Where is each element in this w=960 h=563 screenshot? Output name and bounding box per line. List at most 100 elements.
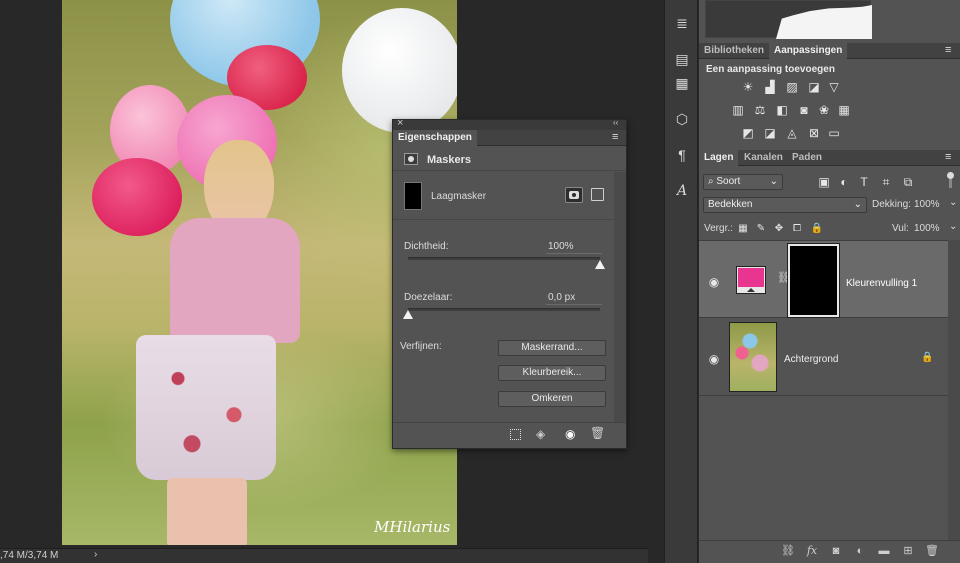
fill-layer-thumbnail[interactable] <box>736 266 766 294</box>
curves-icon[interactable]: ▨ <box>785 80 799 94</box>
lock-brush-icon[interactable]: ✎ <box>754 222 768 236</box>
hue-saturation-icon[interactable]: ▥ <box>731 103 745 117</box>
lock-position-icon[interactable]: ✥ <box>772 222 786 236</box>
layer-mask-thumbnail[interactable] <box>787 243 840 318</box>
visibility-eye-icon[interactable]: ◉ <box>565 427 575 441</box>
filter-toggle[interactable] <box>945 172 955 190</box>
balloon-magenta <box>92 158 182 236</box>
vector-mask-icon[interactable] <box>591 188 604 201</box>
color-lookup-icon[interactable]: ▦ <box>837 103 851 117</box>
fill-value[interactable]: 100% <box>914 223 940 234</box>
density-value-underline <box>546 253 602 254</box>
layer-row-fill[interactable]: ◉ ⛓ Kleurenvulling 1 <box>699 241 948 318</box>
channel-mixer-icon[interactable]: ❀ <box>817 103 831 117</box>
layer-name[interactable]: Kleurenvulling 1 <box>846 278 917 289</box>
properties-scrollbar[interactable] <box>614 172 626 422</box>
mask-thumbnail[interactable] <box>404 182 422 210</box>
color-range-button[interactable]: Kleurbereik... <box>498 365 606 381</box>
lock-label: Vergr.: <box>704 223 733 234</box>
visibility-eye-icon[interactable]: ◉ <box>707 352 721 366</box>
filter-smart-object-icon[interactable]: ⧉ <box>901 175 915 189</box>
adjustments-tabbar: Bibliotheken Aanpassingen ≡ <box>699 43 960 59</box>
layer-mask-row: Laagmasker <box>393 172 613 220</box>
feather-slider-track[interactable] <box>408 308 600 311</box>
link-layers-icon[interactable]: ⛓ <box>781 544 795 558</box>
filter-adjustment-icon[interactable]: ◐ <box>837 175 851 189</box>
black-white-icon[interactable]: ◧ <box>775 103 789 117</box>
chevron-down-icon: ⌄ <box>853 199 862 210</box>
panel-menu-icon[interactable]: ≡ <box>612 131 618 143</box>
layers-menu-icon[interactable]: ≡ <box>945 151 951 163</box>
tab-layers[interactable]: Lagen <box>699 150 739 166</box>
new-layer-icon[interactable]: ⊞ <box>901 544 915 558</box>
tab-adjustments[interactable]: Aanpassingen <box>769 43 848 59</box>
gradient-map-icon[interactable]: ▭ <box>827 126 841 140</box>
notes-icon[interactable]: ▦ <box>673 74 691 92</box>
delete-mask-icon[interactable]: 🗑 <box>590 426 605 440</box>
blend-mode-dropdown[interactable]: Bedekken ⌄ <box>703 197 867 213</box>
tab-channels[interactable]: Kanalen <box>739 150 788 166</box>
invert-adjust-icon[interactable]: ◩ <box>741 126 755 140</box>
adjustments-menu-icon[interactable]: ≡ <box>945 44 951 56</box>
density-slider-track[interactable] <box>408 257 600 260</box>
lock-all-icon[interactable]: 🔒 <box>810 222 824 236</box>
tab-eigenschappen[interactable]: Eigenschappen <box>393 130 477 146</box>
delete-layer-icon[interactable]: 🗑 <box>925 544 939 558</box>
brightness-contrast-icon[interactable]: ☀ <box>741 80 755 94</box>
selective-color-icon[interactable]: ⊠ <box>807 126 821 140</box>
chevron-down-icon[interactable]: ⌄ <box>949 221 957 232</box>
collapse-icon[interactable]: ‹‹ <box>613 118 618 127</box>
layer-mask-label: Laagmasker <box>431 191 487 202</box>
fx-icon[interactable]: fx <box>805 544 819 558</box>
apply-mask-icon[interactable]: ◈ <box>536 427 545 441</box>
watermark: MHilarius <box>374 518 451 536</box>
new-adjustment-icon[interactable]: ◐ <box>853 544 867 558</box>
3d-icon[interactable]: ⬡ <box>673 110 691 128</box>
character-icon[interactable]: A <box>673 182 691 200</box>
feather-slider-thumb[interactable] <box>403 310 413 319</box>
filter-type-icon[interactable]: T <box>857 175 871 189</box>
density-value[interactable]: 100% <box>548 241 574 252</box>
mask-edge-button[interactable]: Maskerrand... <box>498 340 606 356</box>
document-size: ,74 M/3,74 M <box>0 550 59 561</box>
filter-shape-icon[interactable]: ⌗ <box>879 175 893 189</box>
layer-name[interactable]: Achtergrond <box>784 354 838 365</box>
filter-pixel-icon[interactable]: ▣ <box>817 175 831 189</box>
properties-panel: × ‹‹ Eigenschappen ≡ Maskers Laagmasker … <box>392 117 627 449</box>
history-icon[interactable]: ≣ <box>673 14 691 32</box>
feather-value[interactable]: 0,0 px <box>548 292 575 303</box>
lock-icon: 🔒 <box>921 352 934 363</box>
chevron-down-icon[interactable]: ⌄ <box>949 197 957 208</box>
libraries-icon[interactable]: ▤ <box>673 50 691 68</box>
add-mask-icon[interactable]: ◙ <box>829 544 843 558</box>
color-balance-icon[interactable]: ⚖ <box>753 103 767 117</box>
lock-transparent-icon[interactable]: ▦ <box>736 222 750 236</box>
tab-libraries[interactable]: Bibliotheken <box>699 43 769 59</box>
layer-row-background[interactable]: ◉ Achtergrond 🔒 <box>699 319 948 396</box>
vibrance-icon[interactable]: ▽ <box>827 80 841 94</box>
levels-icon[interactable]: ▟ <box>763 80 777 94</box>
pixel-mask-button[interactable] <box>565 187 583 203</box>
photo-filter-icon[interactable]: ◙ <box>797 103 811 117</box>
status-menu-arrow[interactable]: › <box>94 549 97 560</box>
posterize-icon[interactable]: ◪ <box>763 126 777 140</box>
background-thumbnail[interactable] <box>729 322 777 392</box>
tab-paths[interactable]: Paden <box>787 150 827 166</box>
lock-artboard-icon[interactable]: ⧠ <box>790 222 804 236</box>
close-icon[interactable]: × <box>397 117 403 129</box>
opacity-value[interactable]: 100% <box>914 199 940 210</box>
layers-scrollbar[interactable] <box>948 240 960 540</box>
right-dock: Bibliotheken Aanpassingen ≡ Een aanpassi… <box>699 0 960 563</box>
layer-filter-dropdown[interactable]: ⌕ Soort ⌄ <box>703 174 783 190</box>
invert-button[interactable]: Omkeren <box>498 391 606 407</box>
paragraph-icon[interactable]: ¶ <box>673 146 691 164</box>
new-group-icon[interactable]: ▬ <box>877 544 891 558</box>
density-slider-thumb[interactable] <box>595 260 605 269</box>
status-bar: ,74 M/3,74 M › <box>0 548 648 563</box>
visibility-eye-icon[interactable]: ◉ <box>707 275 721 289</box>
load-selection-icon[interactable] <box>510 429 521 440</box>
exposure-icon[interactable]: ◪ <box>807 80 821 94</box>
person-legs <box>167 478 247 545</box>
masks-header: Maskers <box>393 147 626 171</box>
threshold-icon[interactable]: ◬ <box>785 126 799 140</box>
